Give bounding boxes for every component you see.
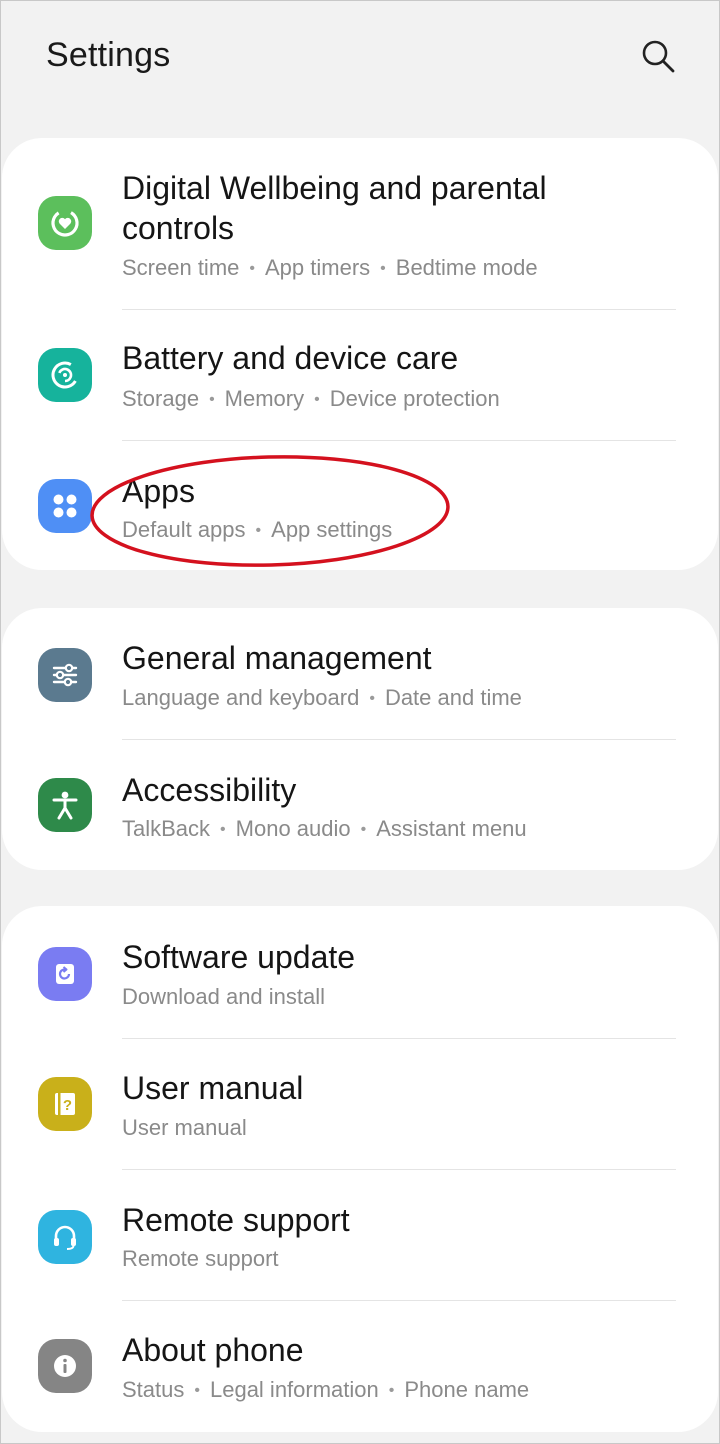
- subtitle-part: Default apps: [122, 517, 246, 542]
- accessibility-icon: [38, 778, 92, 832]
- item-subtitle: Download and install: [122, 983, 325, 1011]
- subtitle-part: App timers: [265, 255, 371, 280]
- setting-item-user-manual[interactable]: ? User manual User manual: [2, 1039, 718, 1169]
- item-title: Battery and device care: [122, 340, 459, 376]
- page-title: Settings: [46, 36, 171, 74]
- subtitle-part: Language and keyboard: [122, 685, 360, 710]
- setting-item-software-update[interactable]: Software update Download and install: [2, 906, 718, 1038]
- apps-icon: [38, 479, 92, 533]
- subtitle-part: Download and install: [122, 984, 326, 1009]
- setting-item-accessibility[interactable]: Accessibility TalkBack • Mono audio • Assist…: [2, 740, 718, 870]
- subtitle-part: Phone name: [404, 1377, 530, 1402]
- item-subtitle: Language and keyboard • Date and time: [122, 685, 522, 710]
- headset-icon: [38, 1210, 92, 1264]
- subtitle-part: Legal information: [209, 1377, 379, 1402]
- manual-icon: ?: [38, 1077, 92, 1131]
- item-title: Digital Wellbeing and parental: [122, 170, 547, 206]
- wellbeing-icon: [38, 196, 92, 250]
- subtitle-part: Memory: [224, 386, 305, 411]
- subtitle-part: Assistant menu: [376, 816, 527, 841]
- device-care-icon: [38, 348, 92, 402]
- subtitle-part: TalkBack: [122, 816, 211, 841]
- subtitle-part: User manual: [122, 1115, 247, 1140]
- item-title: Accessibility: [122, 772, 297, 808]
- subtitle-part: Remote support: [122, 1246, 279, 1271]
- settings-group-1: Digital Wellbeing and parental controls …: [2, 138, 718, 570]
- update-icon: [38, 947, 92, 1001]
- item-title: Apps: [122, 473, 195, 509]
- settings-group-3: Software update Download and install ? U…: [2, 906, 718, 1432]
- subtitle-part: Mono audio: [235, 816, 351, 841]
- info-icon: [38, 1339, 92, 1393]
- item-subtitle: TalkBack • Mono audio • Assistant menu: [122, 816, 527, 841]
- search-icon: [642, 40, 675, 73]
- setting-item-about-phone[interactable]: About phone Status • Legal information • Pho…: [2, 1301, 718, 1432]
- item-title: User manual: [122, 1070, 304, 1106]
- item-subtitle: Storage • Memory • Device protection: [122, 386, 500, 411]
- sliders-icon: [38, 648, 92, 702]
- subtitle-part: Bedtime mode: [395, 255, 538, 280]
- item-title: General management: [122, 640, 432, 676]
- subtitle-part: Screen time: [122, 255, 240, 280]
- svg-text:?: ?: [63, 1097, 72, 1114]
- search-button[interactable]: [636, 34, 680, 78]
- item-title: Remote support: [122, 1202, 350, 1238]
- subtitle-part: Status: [122, 1377, 185, 1402]
- app-bar: Settings: [0, 0, 720, 120]
- subtitle-part: Date and time: [384, 685, 522, 710]
- setting-item-apps[interactable]: Apps Default apps • App settings: [2, 441, 718, 570]
- setting-item-general-management[interactable]: General management Language and keyboard…: [2, 608, 718, 739]
- item-title: Software update: [122, 939, 356, 975]
- item-title: About phone: [122, 1332, 304, 1368]
- item-subtitle: User manual: [122, 1114, 247, 1142]
- subtitle-part: Storage: [122, 386, 200, 411]
- item-subtitle: Status • Legal information • Phone name: [122, 1377, 530, 1402]
- setting-item-remote-support[interactable]: Remote support Remote support: [2, 1170, 718, 1301]
- subtitle-part: Device protection: [329, 386, 500, 411]
- item-title-continued: controls: [122, 210, 235, 246]
- item-subtitle: Default apps • App settings: [122, 517, 393, 542]
- item-subtitle: Remote support: [122, 1245, 279, 1273]
- subtitle-part: App settings: [271, 517, 393, 542]
- settings-group-2: General management Language and keyboard…: [2, 608, 718, 870]
- setting-item-battery-device-care[interactable]: Battery and device care Storage • Memory • D…: [2, 310, 718, 440]
- setting-item-digital-wellbeing[interactable]: Digital Wellbeing and parental controls …: [2, 138, 718, 310]
- item-subtitle: Screen time • App timers • Bedtime mode: [122, 255, 538, 280]
